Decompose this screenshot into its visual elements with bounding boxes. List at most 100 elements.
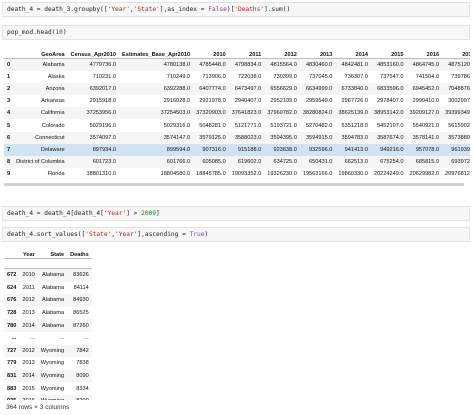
table-cell: 619602.0	[237, 158, 262, 165]
table-row: 3 Arkansas 2915918.0 2916028.0 2921978.0 2940…	[4, 95, 470, 107]
code-text: )	[204, 231, 209, 238]
code-text: ],as_index =	[159, 6, 209, 13]
table-cell: 2959549.0	[305, 98, 333, 105]
table-cell: 19860330.0	[338, 170, 368, 177]
table-cell: 37641823.0	[231, 110, 262, 117]
table-cell: 2952109.0	[270, 98, 297, 105]
dataframe-table: Year State Deaths 672 2010 Alabama 83626 624 20…	[4, 248, 92, 400]
table-cell: 8200	[67, 395, 92, 400]
table-row: 0 Alabama 4779736.0 4780138.0 4785448.0 47988…	[4, 58, 470, 72]
table-cell: 899594.0	[166, 146, 191, 153]
table-cell: 5048281.0	[199, 122, 226, 129]
table-cell: 6392288.0	[163, 86, 191, 93]
table-cell: 4798834.0	[234, 62, 262, 69]
table-cell: 84930	[73, 297, 89, 304]
column-header: 2016	[406, 44, 443, 59]
table-cell: 8334	[76, 385, 89, 392]
table-row: 4 California 37253956.0 37254503.0 37320903.…	[4, 107, 470, 120]
table-cell: 957078.0	[415, 146, 440, 153]
table-cell: 6945452.0	[412, 86, 440, 93]
table-cell: 4853160.0	[377, 62, 404, 69]
column-header: Census_Apr2010	[67, 44, 120, 59]
code-string: 'Deaths'	[234, 6, 265, 13]
code-cell-sort[interactable]: death_4.sort_values(['State','Year'],asc…	[2, 227, 470, 242]
table-cell: 2016	[19, 395, 37, 400]
code-text: ],ascending =	[137, 231, 190, 238]
table-cell: 2010	[22, 272, 35, 279]
table-cell: 5351218.0	[341, 122, 368, 129]
table-cell: 3588023.0	[234, 134, 262, 141]
table-cell: 915188.0	[237, 146, 262, 153]
table-cell: 38625139.0	[338, 110, 368, 117]
table-row: 779 2013 Wyoming 7838	[4, 357, 92, 370]
row-index: 672	[7, 272, 17, 279]
table-cell: 4875120.0	[448, 62, 470, 69]
table-cell: 650431.0	[309, 158, 333, 165]
table-cell: 20629982.0	[409, 170, 440, 177]
row-index: 728	[7, 310, 17, 317]
table-cell: Connecticut	[35, 134, 65, 141]
table-cell: 605085.0	[202, 158, 226, 165]
table-cell: 2915918.0	[89, 98, 117, 105]
table-cell: Arkansas	[41, 98, 65, 105]
table-cell: 4779736.0	[89, 62, 117, 69]
dataframe-output-deaths: Year State Deaths 672 2010 Alabama 83626 624 20…	[4, 248, 470, 400]
table-cell: 736307.0	[344, 74, 368, 81]
code-string: 'Year'	[115, 231, 138, 238]
table-cell: 3594915.0	[305, 134, 333, 141]
row-index: 935	[4, 395, 19, 400]
table-cell: 961939.0	[451, 146, 470, 153]
column-header: 2015	[370, 44, 407, 59]
row-index: 5	[7, 122, 11, 129]
table-cell: 3594395.0	[270, 134, 297, 141]
column-header: 2013	[299, 44, 336, 59]
table-cell: 3574147.0	[163, 134, 191, 141]
horizontal-scrollbar[interactable]	[4, 183, 464, 186]
code-cell-groupby[interactable]: death_4 = death_3.groupby(['Year','State…	[2, 2, 470, 17]
table-cell: 3578141.0	[412, 134, 440, 141]
table-cell: 37253956.0	[86, 110, 117, 117]
table-cell: ...	[59, 335, 65, 342]
column-header: GeoArea	[13, 44, 68, 59]
table-cell: 730399.0	[273, 74, 297, 81]
table-cell: 7048876.0	[448, 86, 470, 93]
code-text: ] >	[126, 210, 142, 217]
table-cell: 4785448.0	[199, 62, 226, 69]
code-cell-head[interactable]: pop_mod.head(10)	[2, 25, 470, 40]
table-row: 5 Colorado 5029196.0 5029316.0 5048281.0 5121…	[4, 119, 470, 131]
table-cell: Alabama	[41, 284, 65, 291]
code-text: )	[62, 29, 67, 36]
table-cell: 634725.0	[273, 158, 297, 165]
table-row: 727 2012 Wyoming 7842	[4, 344, 92, 358]
code-cell-filter[interactable]: death_4 = death_4[death_4['Year'] > 2009…	[2, 206, 470, 221]
table-cell: 6833596.0	[377, 86, 404, 93]
table-cell: 739786.0	[451, 74, 470, 81]
column-header: 2012	[264, 44, 300, 59]
table-cell: 2014	[22, 322, 35, 329]
table-cell: 39209127.0	[409, 110, 440, 117]
table-cell: 722038.0	[237, 74, 262, 81]
table-cell: 8090	[76, 373, 89, 380]
table-cell: 4780138.0	[163, 62, 191, 69]
table-cell: 3579125.0	[199, 134, 226, 141]
table-cell: 83626	[73, 272, 89, 279]
table-cell: 3574097.0	[89, 134, 117, 141]
column-header: Estimates_Base_Apr2010	[119, 44, 194, 59]
dataframe-table: GeoArea Census_Apr2010 Estimates_Base_Apr2…	[4, 44, 470, 180]
column-header: 2010	[193, 44, 229, 59]
code-text: ]	[156, 210, 160, 217]
column-header: Deaths	[67, 248, 92, 259]
table-cell: Florida	[47, 170, 65, 177]
table-cell: 737547.0	[380, 74, 404, 81]
table-cell: 710231.0	[92, 74, 117, 81]
code-text: death_4.sort_values([	[7, 231, 86, 238]
row-index: 2	[7, 86, 11, 93]
table-cell: 4815564.0	[270, 62, 297, 69]
table-cell: 86525	[73, 310, 89, 317]
table-cell: 5121771.0	[234, 122, 262, 129]
table-cell: Wyoming	[40, 385, 65, 392]
table-cell: 6556629.0	[270, 86, 297, 93]
table-cell: Alaska	[47, 74, 65, 81]
table-cell: 3587674.0	[377, 134, 404, 141]
row-index: 624	[7, 284, 17, 291]
